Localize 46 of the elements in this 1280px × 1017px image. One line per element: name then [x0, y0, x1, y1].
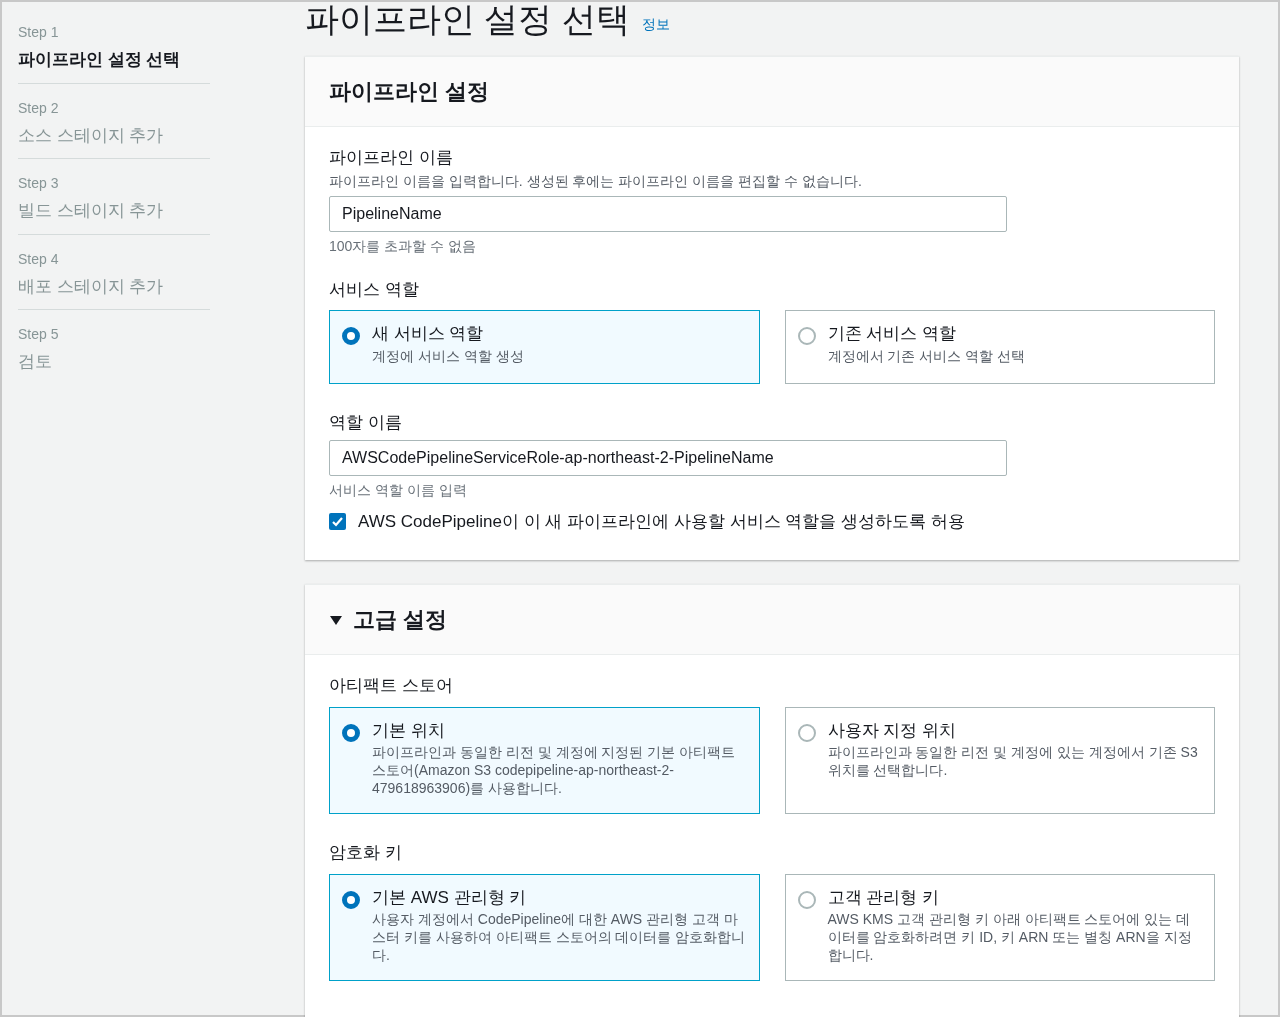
- section-toggle[interactable]: 고급 설정: [329, 603, 448, 636]
- option-description: 계정에 서비스 역할 생성: [372, 346, 524, 365]
- field-description: 파이프라인 이름을 입력합니다. 생성된 후에는 파이프라인 이름을 편집할 수 없습니다.: [329, 171, 863, 191]
- field-label: 파이프라인 이름: [329, 147, 454, 169]
- checkbox-label: AWS CodePipeline이 이 새 파이프라인에 사용할 서비스 역할을 생성하도록 허용: [358, 510, 965, 533]
- page-title: 파이프라인 설정 선택: [305, 2, 630, 36]
- section-title: 파이프라인 설정: [329, 78, 490, 106]
- step-number: Step 4: [18, 249, 60, 269]
- radio-button[interactable]: [797, 723, 816, 742]
- field-label: 암호화 키: [329, 842, 403, 864]
- text-input[interactable]: AWSCodePipelineServiceRole-ap-northeast-2-PipelineName: [329, 439, 1007, 476]
- option-description: AWS KMS 고객 관리형 키 아래 아티팩트 스토어에 있는 데이터를 암호화하려면 키 ID, 키 ARN 또는 별칭 ARN을 지정합니다.: [827, 910, 1193, 964]
- step-number: Step 5: [18, 325, 60, 344]
- step-number: Step 2: [18, 98, 60, 118]
- field-label: 서비스 역할: [329, 278, 420, 301]
- radio-card[interactable]: 사용자 지정 위치 파이프라인과 동일한 리전 및 계정에 있는 계정에서 기존 S3 위치를 선택합니다.: [784, 706, 1215, 814]
- radio-button[interactable]: [342, 327, 360, 345]
- field-label: 아티팩트 스토어: [329, 675, 454, 697]
- radio-card[interactable]: 고객 관리형 키 AWS KMS 고객 관리형 키 아래 아티팩트 스토어에 있는 데이터를 암호화하려면 키 ID, 키 ARN 또는 별칭 ARN을 지정합니다.: [784, 873, 1215, 981]
- text-input[interactable]: PipelineName: [329, 195, 1007, 232]
- option-title: 새 서비스 역할: [372, 323, 485, 345]
- option-description: 사용자 계정에서 CodePipeline에 대한 AWS 관리형 고객 마스터 키를 사용하여 아티팩트 스토어의 데이터를 암호화합니다.: [372, 910, 747, 964]
- option-description: 계정에서 기존 서비스 역할 선택: [827, 346, 1026, 365]
- radio-button[interactable]: [797, 327, 816, 345]
- checkbox[interactable]: [329, 512, 346, 530]
- field-hint: 서비스 역할 이름 입력: [329, 480, 468, 500]
- option-description: 파이프라인과 동일한 리전 및 계정에 있는 계정에서 기존 S3 위치를 선택합니다.: [827, 743, 1199, 779]
- radio-card[interactable]: 기본 AWS 관리형 키 사용자 계정에서 CodePipeline에 대한 AWS 관리형 고객 마스터 키를 사용하여 아티팩트 스토어의 데이터를 암호화합니다.: [329, 873, 760, 981]
- option-title: 기본 AWS 관리형 키: [372, 886, 528, 909]
- step-number: Step 3: [18, 174, 60, 193]
- radio-button[interactable]: [342, 890, 360, 909]
- step-number: Step 1: [18, 23, 60, 42]
- option-title: 기존 서비스 역할: [827, 323, 957, 345]
- radio-card[interactable]: 기존 서비스 역할 계정에서 기존 서비스 역할 선택: [784, 310, 1215, 384]
- radio-card[interactable]: 기본 위치 파이프라인과 동일한 리전 및 계정에 지정된 기본 아티팩트 스토어(Amazon S3 codepipeline-ap-northeast-2-479618963906)를 사용합니다.: [329, 706, 760, 814]
- radio-card[interactable]: 새 서비스 역할 계정에 서비스 역할 생성: [329, 310, 760, 384]
- field-hint: 100자를 초과할 수 없음: [329, 236, 478, 256]
- radio-button[interactable]: [342, 723, 360, 742]
- step-link[interactable]: 파이프라인 설정 선택: [18, 47, 210, 73]
- option-title: 고객 관리형 키: [827, 886, 940, 909]
- radio-button[interactable]: [797, 890, 816, 909]
- field-label: 역할 이름: [329, 412, 403, 434]
- option-description: 파이프라인과 동일한 리전 및 계정에 지정된 기본 아티팩트 스토어(Amazon S3 codepipeline-ap-northeast-2-479618963906)를 사용합니다.: [372, 743, 737, 797]
- option-title: 기본 위치: [372, 719, 446, 742]
- option-title: 사용자 지정 위치: [827, 719, 957, 742]
- info-link[interactable]: 정보: [641, 14, 670, 35]
